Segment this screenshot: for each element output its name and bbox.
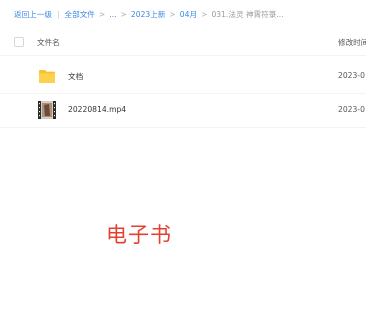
breadcrumb: 返回上一级 | 全部文件 > ... > 2023上新 > 04月 > 031.…	[14, 7, 284, 21]
video-thumbnail-icon	[38, 101, 56, 119]
select-all-checkbox[interactable]	[14, 37, 24, 47]
table-row[interactable]: 20220814.mp4 2023-0	[0, 93, 366, 128]
breadcrumb-ellipsis[interactable]: ...	[109, 10, 116, 19]
breadcrumb-item-04[interactable]: 04月	[180, 9, 197, 20]
ebook-watermark-text: 电子书	[106, 223, 172, 247]
chevron-right-icon: >	[201, 9, 208, 19]
table-header: 文件名 修改时间	[0, 31, 366, 56]
chevron-right-icon: >	[120, 9, 127, 19]
all-files-link[interactable]: 全部文件	[65, 9, 95, 20]
file-modified: 2023-0	[338, 71, 365, 80]
chevron-right-icon: >	[98, 9, 106, 19]
column-header-name[interactable]: 文件名	[37, 37, 60, 48]
breadcrumb-current: 031.法灵 神霄符箓...	[211, 9, 284, 19]
back-link[interactable]: 返回上一级	[14, 9, 52, 20]
breadcrumb-divider: |	[56, 9, 60, 19]
table-row[interactable]: 文档 2023-0	[0, 59, 366, 94]
chevron-right-icon: >	[169, 9, 176, 19]
file-name[interactable]: 文档	[68, 71, 83, 82]
file-modified: 2023-0	[338, 105, 365, 114]
file-name[interactable]: 20220814.mp4	[68, 105, 126, 114]
folder-icon	[39, 70, 55, 83]
column-header-modified[interactable]: 修改时间	[338, 37, 366, 48]
breadcrumb-item-2023[interactable]: 2023上新	[131, 9, 166, 20]
